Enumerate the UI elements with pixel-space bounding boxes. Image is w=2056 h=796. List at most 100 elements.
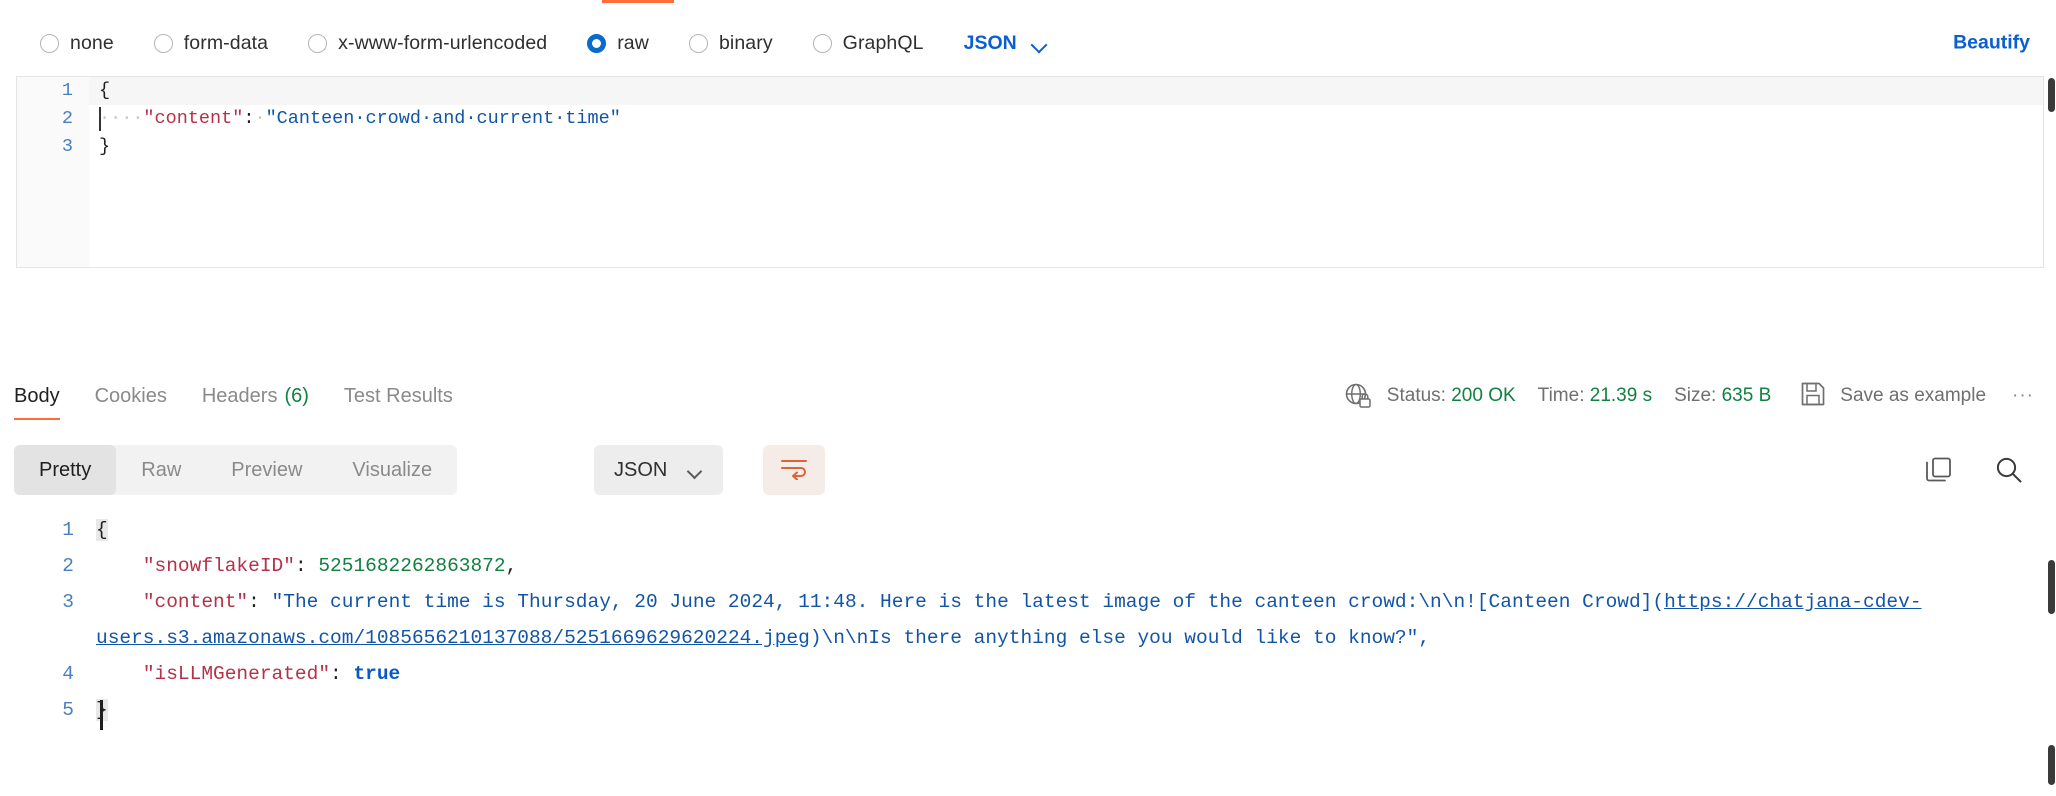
- copy-button[interactable]: [1914, 445, 1964, 495]
- tab-headers[interactable]: Headers (6): [202, 364, 309, 428]
- radio-option-form-data[interactable]: form-data: [153, 31, 269, 55]
- request-code-line[interactable]: 3 }: [17, 133, 2043, 161]
- globe-lock-icon[interactable]: [1343, 381, 1373, 411]
- json-key-isllmgenerated: "isLLMGenerated": [142, 663, 331, 685]
- chevron-down-icon: [1033, 39, 1048, 48]
- response-body-viewer[interactable]: 1 { 2 "snowflakeID": 5251682262863872, 3…: [0, 512, 2056, 796]
- line-content: ····"content":·"Canteen·crowd·and·curren…: [89, 105, 2043, 133]
- tab-label: Body: [14, 384, 60, 407]
- tab-label: Headers: [201, 384, 278, 407]
- response-format-dropdown[interactable]: JSON: [594, 445, 724, 495]
- brace-open: {: [96, 519, 108, 541]
- save-floppy-icon: [1799, 380, 1827, 413]
- response-meta-bar: Body Cookies Headers (6) Test Results St…: [0, 364, 2056, 428]
- response-code-line[interactable]: 2 "snowflakeID": 5251682262863872,: [0, 548, 2056, 584]
- view-pretty-button[interactable]: Pretty: [14, 445, 117, 495]
- radio-circle-icon: [688, 33, 708, 53]
- request-code-area[interactable]: 1 { 2 ····"content":·"Canteen·crowd·and·…: [17, 77, 2043, 267]
- status-code-group: Status: 200 OK: [1387, 385, 1516, 407]
- view-preview-button[interactable]: Preview: [206, 445, 327, 495]
- response-tab-list: Body Cookies Headers (6) Test Results: [14, 364, 488, 428]
- tab-label: Test Results: [343, 384, 453, 407]
- radio-label: x-www-form-urlencoded: [338, 31, 548, 54]
- line-number: 5: [62, 699, 74, 721]
- radio-circle-icon: [812, 33, 832, 53]
- line-content: {: [89, 77, 2043, 105]
- line-number: 1: [61, 80, 73, 101]
- segment-label: Raw: [141, 458, 182, 481]
- tab-label: Cookies: [94, 384, 167, 407]
- line-content: }: [89, 133, 2043, 161]
- save-as-example-button[interactable]: Save as example: [1799, 380, 1986, 413]
- status-label: Status:: [1386, 385, 1446, 406]
- radio-circle-icon: [308, 33, 328, 53]
- beautify-button[interactable]: Beautify: [1953, 32, 2030, 55]
- response-scrollbar-thumb-bottom[interactable]: [2048, 745, 2055, 785]
- line-number: 4: [62, 663, 74, 685]
- line-number: 1: [62, 519, 74, 541]
- tab-test-results[interactable]: Test Results: [344, 364, 453, 428]
- radio-option-none[interactable]: none: [40, 32, 114, 55]
- indent-dots: ····: [99, 108, 144, 129]
- radio-option-raw[interactable]: raw: [587, 32, 649, 55]
- text-caret: [99, 107, 101, 131]
- size-value: 635 B: [1721, 385, 1772, 406]
- segment-label: Visualize: [352, 458, 433, 481]
- size-label: Size:: [1674, 385, 1717, 406]
- request-editor-scrollbar-thumb[interactable]: [2048, 78, 2055, 112]
- radio-circle-icon: [40, 33, 59, 53]
- radio-label: raw: [617, 31, 649, 54]
- response-code-line[interactable]: 5 }: [0, 692, 2056, 728]
- json-number-value: 5251682262863872: [318, 555, 506, 577]
- response-status-group: Status: 200 OK Time: 21.39 s Size: 635 B…: [1343, 364, 2034, 428]
- segment-label: Preview: [231, 458, 303, 481]
- segment-label: Pretty: [39, 458, 92, 481]
- json-key-content: "content": [142, 591, 249, 613]
- tab-body[interactable]: Body: [14, 364, 60, 428]
- response-code-line[interactable]: 1 {: [0, 512, 2056, 548]
- wrap-text-toggle-button[interactable]: [763, 445, 825, 495]
- view-raw-button[interactable]: Raw: [116, 445, 206, 495]
- brace-close: }: [99, 136, 111, 157]
- response-code-line[interactable]: 4 "isLLMGenerated": true: [0, 656, 2056, 692]
- active-tab-underline: [602, 0, 674, 3]
- radio-option-graphql[interactable]: GraphQL: [812, 32, 924, 55]
- radio-circle-selected-icon: [587, 33, 607, 53]
- status-value: 200 OK: [1451, 385, 1516, 406]
- line-content: {: [96, 512, 2056, 548]
- request-body-editor[interactable]: 1 { 2 ····"content":·"Canteen·crowd·and·…: [16, 76, 2044, 268]
- raw-format-dropdown[interactable]: JSON: [964, 32, 1048, 55]
- request-code-line[interactable]: 2 ····"content":·"Canteen·crowd·and·curr…: [17, 105, 2043, 133]
- radio-option-x-www-form-urlencoded[interactable]: x-www-form-urlencoded: [308, 32, 547, 55]
- response-more-menu-button[interactable]: ···: [2012, 385, 2034, 407]
- radio-label: none: [70, 31, 114, 54]
- response-format-value: JSON: [614, 458, 668, 481]
- json-key-snowflakeid: "snowflakeID": [142, 555, 295, 577]
- line-number: 3: [62, 591, 74, 613]
- time-label: Time:: [1537, 385, 1585, 406]
- response-scrollbar-thumb-top[interactable]: [2048, 560, 2055, 614]
- line-content: "isLLMGenerated": true: [142, 663, 401, 685]
- radio-option-binary[interactable]: binary: [688, 31, 773, 55]
- raw-format-value: JSON: [963, 31, 1017, 54]
- line-number: 2: [62, 555, 74, 577]
- response-toolbar-right-icons: [1894, 445, 2034, 495]
- radio-label: form-data: [183, 31, 269, 54]
- headers-count-badge: (6): [284, 384, 309, 407]
- response-size-group: Size: 635 B: [1674, 385, 1771, 407]
- json-string-part-1: "The current time is Thursday, 20 June 2…: [271, 591, 1665, 613]
- wrap-text-icon: [779, 456, 809, 485]
- line-content: "content": "The current time is Thursday…: [96, 591, 1922, 649]
- radio-circle-icon: [153, 33, 173, 53]
- line-number: 3: [61, 136, 73, 157]
- line-content: "snowflakeID": 5251682262863872,: [142, 555, 518, 577]
- tab-cookies[interactable]: Cookies: [95, 364, 167, 428]
- response-view-segmented-control: Pretty Raw Preview Visualize: [14, 445, 458, 495]
- request-code-line[interactable]: 1 {: [17, 77, 2043, 105]
- view-visualize-button[interactable]: Visualize: [327, 445, 457, 495]
- text-caret: [100, 700, 103, 730]
- search-button[interactable]: [1984, 445, 2034, 495]
- time-value: 21.39 s: [1589, 385, 1653, 406]
- radio-label: binary: [718, 31, 773, 54]
- response-code-line[interactable]: 3 "content": "The current time is Thursd…: [0, 584, 2056, 656]
